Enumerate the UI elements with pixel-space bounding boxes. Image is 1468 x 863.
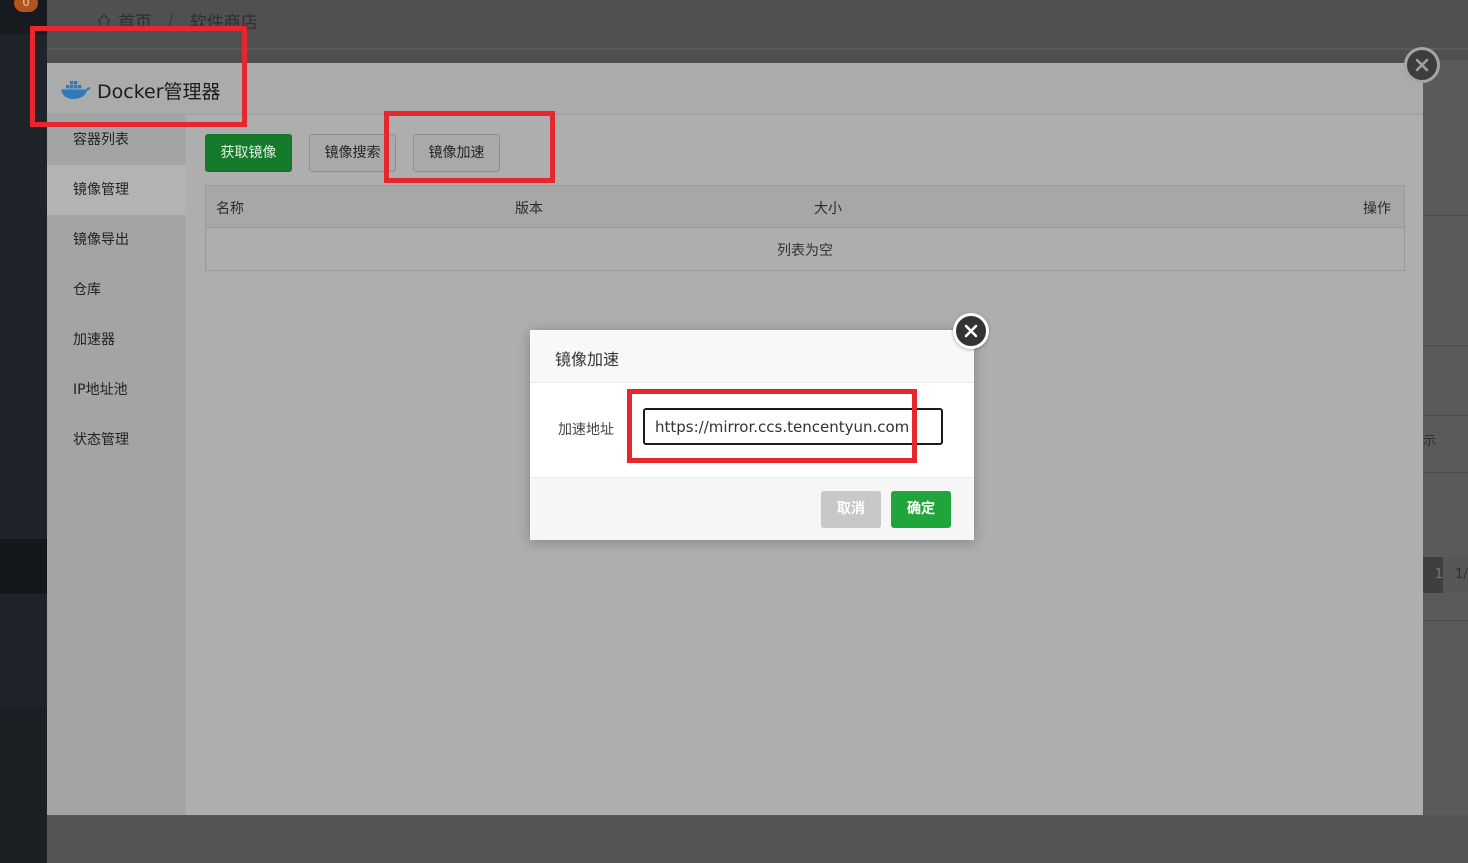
docker-close-button[interactable] — [1404, 47, 1440, 83]
pagination-total: 1/ — [1443, 557, 1468, 593]
docker-whale-icon — [61, 81, 91, 99]
image-search-button[interactable]: 镜像搜索 — [309, 134, 396, 172]
background-text: 示 — [1423, 434, 1437, 449]
image-accel-dialog: 镜像加速 加速地址 取消 确定 — [530, 330, 974, 540]
sidebar-item-image-management[interactable]: 镜像管理 — [47, 165, 186, 215]
breadcrumb-separator: / — [168, 10, 174, 31]
column-version: 版本 — [515, 201, 543, 217]
table-empty-text: 列表为空 — [777, 243, 833, 259]
home-icon[interactable] — [96, 13, 112, 29]
dialog-footer: 取消 确定 — [530, 477, 974, 540]
notification-badge: 0 — [14, 0, 38, 12]
sidebar-item-repository[interactable]: 仓库 — [47, 265, 186, 315]
sidebar-item-containers[interactable]: 容器列表 — [47, 115, 186, 165]
confirm-button[interactable]: 确定 — [891, 491, 951, 528]
background-panel: 示 1 1/ — [1423, 60, 1468, 863]
get-image-button[interactable]: 获取镜像 — [205, 134, 292, 172]
dialog-title: 镜像加速 — [555, 350, 620, 369]
top-bar — [47, 0, 1468, 50]
background-footer — [47, 815, 1468, 863]
image-accel-button[interactable]: 镜像加速 — [413, 134, 500, 172]
breadcrumb-home[interactable]: 首页 — [118, 8, 152, 33]
breadcrumb: 首页 / 软件商店 — [96, 8, 258, 33]
docker-window-title: Docker管理器 — [97, 81, 221, 103]
column-name: 名称 — [216, 201, 244, 217]
table-header: 名称 版本 大小 操作 — [206, 186, 1404, 228]
app-sidebar: 0 — [0, 0, 47, 863]
sidebar-item-ip-pool[interactable]: IP地址池 — [47, 365, 186, 415]
sidebar-item-image-export[interactable]: 镜像导出 — [47, 215, 186, 265]
docker-window-header: Docker管理器 — [47, 63, 1423, 115]
column-size: 大小 — [814, 201, 842, 217]
dialog-close-button[interactable] — [953, 313, 989, 349]
close-icon — [964, 324, 978, 338]
dialog-header: 镜像加速 — [530, 330, 974, 383]
column-actions: 操作 — [1363, 201, 1391, 217]
accel-address-input[interactable] — [643, 408, 943, 445]
cancel-button[interactable]: 取消 — [821, 491, 881, 528]
docker-sidebar: 容器列表 镜像管理 镜像导出 仓库 加速器 IP地址池 状态管理 — [47, 115, 186, 815]
image-table: 名称 版本 大小 操作 列表为空 — [205, 185, 1405, 271]
sidebar-item-accelerator[interactable]: 加速器 — [47, 315, 186, 365]
accel-address-label: 加速地址 — [558, 422, 614, 438]
breadcrumb-current: 软件商店 — [189, 13, 258, 33]
pagination-current[interactable]: 1 — [1423, 557, 1443, 593]
close-icon — [1415, 58, 1429, 72]
sidebar-item-status[interactable]: 状态管理 — [47, 415, 186, 465]
